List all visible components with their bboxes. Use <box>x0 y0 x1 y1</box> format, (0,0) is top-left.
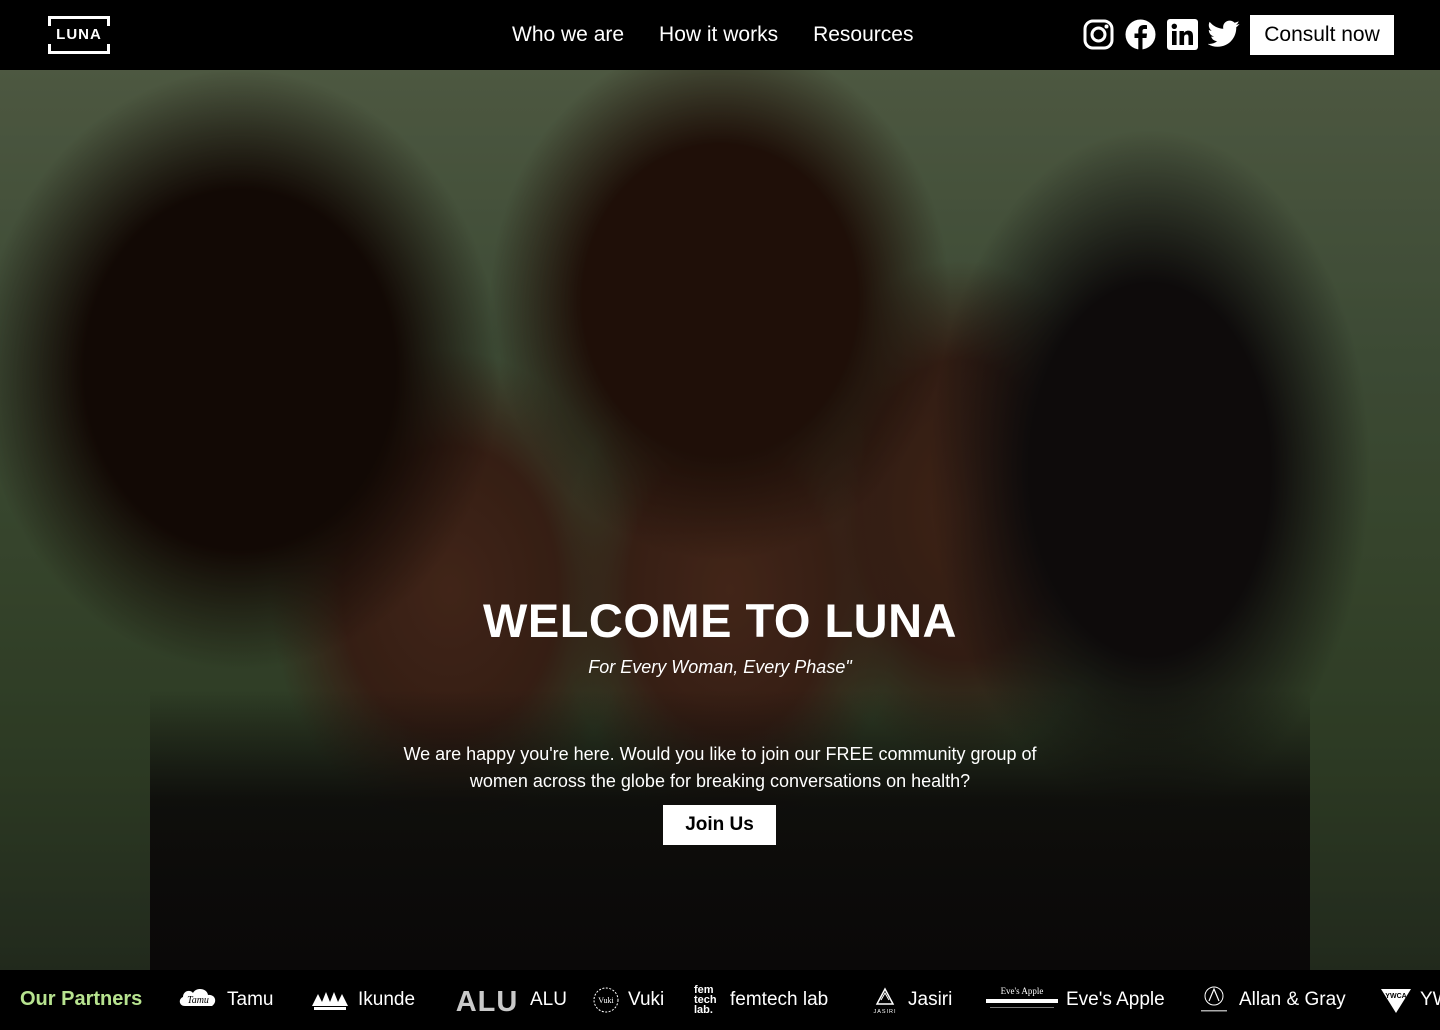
twitter-icon[interactable] <box>1208 17 1240 51</box>
partner-vuki[interactable]: Vuki Vuki <box>592 979 664 1021</box>
linkedin-icon[interactable] <box>1166 17 1198 51</box>
partner-name: Allan & Gray <box>1239 989 1346 1010</box>
partner-name: Vuki <box>628 989 665 1010</box>
tamu-logo-icon: Tamu <box>177 984 219 1016</box>
social-links <box>1082 17 1240 51</box>
partner-yw[interactable]: YWCA YW <box>1380 979 1440 1021</box>
partners-bar: Our Partners Tamu Tamu Ikunde ALU ALU Vu… <box>0 970 1440 1030</box>
partner-femtech-lab[interactable]: fem tech lab. femtech lab <box>694 979 828 1021</box>
partner-name: Eve's Apple <box>1066 989 1165 1010</box>
eves-apple-logo-icon: Eve's Apple <box>986 985 1058 1015</box>
partner-jasiri[interactable]: JASIRI Jasiri <box>870 979 952 1021</box>
instagram-icon[interactable] <box>1082 17 1114 51</box>
partners-label: Our Partners <box>20 988 143 1010</box>
partner-name: Ikunde <box>358 989 416 1010</box>
nav-resources[interactable]: Resources <box>813 20 913 50</box>
alu-logo-icon: ALU <box>452 986 522 1014</box>
join-us-button[interactable]: Join Us <box>663 805 776 845</box>
hero-title: WELCOME TO LUNA <box>483 594 957 647</box>
partner-name: YW <box>1420 989 1440 1010</box>
logo-bracket-top <box>48 16 110 26</box>
nav-who-we-are[interactable]: Who we are <box>512 20 624 50</box>
partner-name: femtech lab <box>730 989 829 1010</box>
nav-how-it-works[interactable]: How it works <box>659 20 778 50</box>
ikunde-logo-icon <box>310 986 350 1014</box>
vuki-logo-icon: Vuki <box>592 985 620 1015</box>
main-nav: Who we are How it works Resources <box>512 20 913 50</box>
svg-text:YWCA: YWCA <box>1385 993 1406 1000</box>
partner-name: Tamu <box>227 989 274 1010</box>
svg-text:Vuki: Vuki <box>598 996 614 1005</box>
partner-alu[interactable]: ALU ALU <box>452 979 567 1021</box>
consult-now-button[interactable]: Consult now <box>1250 15 1394 55</box>
partner-name: ALU <box>530 989 567 1010</box>
svg-text:Tamu: Tamu <box>187 995 209 1006</box>
luna-logo[interactable]: LUNA <box>48 16 110 54</box>
partner-tamu[interactable]: Tamu Tamu <box>177 979 273 1021</box>
ywca-logo-icon: YWCA <box>1380 985 1412 1015</box>
svg-text:ALU: ALU <box>456 986 519 1014</box>
jasiri-logo-icon: JASIRI <box>870 985 900 1015</box>
partner-eves-apple[interactable]: Eve's Apple Eve's Apple <box>986 979 1165 1021</box>
top-navbar: LUNA Who we are How it works Resources C… <box>0 0 1440 70</box>
svg-text:Eve's Apple: Eve's Apple <box>1001 986 1044 996</box>
hero-subtitle: For Every Woman, Every Phase" <box>588 657 852 677</box>
partner-ikunde[interactable]: Ikunde <box>310 979 415 1021</box>
allan-gray-logo-icon <box>1197 984 1231 1016</box>
partner-allan-gray[interactable]: Allan & Gray <box>1197 979 1346 1021</box>
facebook-icon[interactable] <box>1124 17 1156 51</box>
partner-name: Jasiri <box>908 989 953 1010</box>
femtech-lab-logo-icon: fem tech lab. <box>694 984 722 1016</box>
logo-bracket-bottom <box>48 44 110 54</box>
hero-description: We are happy you're here. Would you like… <box>403 744 1037 791</box>
svg-text:JASIRI: JASIRI <box>873 1009 896 1015</box>
femtech-logo-text: fem tech lab. <box>694 984 717 1016</box>
logo-text: LUNA <box>56 26 102 43</box>
